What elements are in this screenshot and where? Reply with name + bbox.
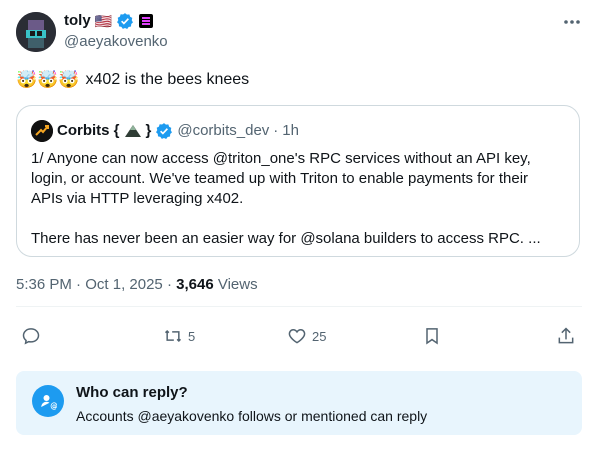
author-handle[interactable]: @aeyakovenko: [64, 33, 168, 51]
quoted-tweet-card[interactable]: Corbits { } @corbits_dev · 1h 1/ Anyone …: [16, 105, 580, 257]
share-icon: [556, 326, 576, 346]
mention-user-icon: @: [32, 385, 64, 417]
quoted-tweet-body: 1/ Anyone can now access @triton_one's R…: [31, 149, 561, 249]
quoted-author-name-suffix: }: [145, 122, 152, 139]
reply-restriction-title: Who can reply?: [76, 384, 188, 401]
verified-badge-icon: [116, 12, 134, 30]
retweet-button[interactable]: 5: [163, 322, 195, 350]
like-count: 25: [312, 328, 327, 344]
separator-dot: ·: [76, 276, 82, 293]
quoted-tweet-paragraph-1: 1/ Anyone can now access @triton_one's R…: [31, 150, 531, 207]
action-bar: 5 25: [0, 322, 598, 350]
svg-text:@: @: [50, 402, 57, 411]
views-label: Views: [217, 276, 258, 293]
views-count: 3,646: [176, 276, 214, 293]
author-name-row[interactable]: toly 🇺🇸: [64, 12, 154, 30]
quoted-author-handle[interactable]: @corbits_dev: [177, 122, 269, 140]
quoted-author-avatar[interactable]: [31, 120, 53, 142]
bookmark-button[interactable]: [422, 322, 442, 350]
share-button[interactable]: [556, 322, 576, 350]
flag-icon: 🇺🇸: [94, 13, 113, 29]
who-can-reply-box: @ Who can reply? Accounts @aeyakovenko f…: [16, 371, 582, 435]
tweet-text: 🤯🤯🤯 x402 is the bees knees: [16, 69, 249, 91]
quoted-verified-badge-icon: [155, 122, 173, 140]
exploding-head-emoji: 🤯🤯🤯: [16, 70, 80, 89]
quoted-author-name[interactable]: Corbits {: [57, 122, 120, 140]
reply-restriction-subtitle: Accounts @aeyakovenko follows or mention…: [76, 408, 428, 424]
divider: [16, 306, 582, 307]
tweet-time[interactable]: 5:36 PM: [16, 276, 72, 293]
author-name[interactable]: toly: [64, 12, 91, 30]
quoted-tweet-header: Corbits { } @corbits_dev · 1h: [31, 120, 299, 142]
author-avatar[interactable]: [16, 12, 56, 52]
tweet-date[interactable]: Oct 1, 2025: [85, 276, 163, 293]
bookmark-icon: [422, 326, 442, 346]
retweet-icon: [163, 326, 183, 346]
reply-button[interactable]: [21, 322, 41, 350]
mountain-icon: [124, 123, 142, 139]
heart-icon: [287, 326, 307, 346]
quoted-tweet-time[interactable]: 1h: [282, 122, 299, 140]
like-button[interactable]: 25: [287, 322, 326, 350]
more-options-icon[interactable]: [561, 12, 583, 32]
separator-dot: ·: [166, 276, 172, 293]
affiliate-badge-icon: [138, 13, 154, 29]
tweet-body: x402 is the bees knees: [85, 71, 250, 88]
reply-icon: [21, 326, 41, 346]
retweet-count: 5: [188, 328, 196, 344]
separator-dot: ·: [273, 122, 279, 139]
quoted-tweet-paragraph-2: There has never been an easier way for @…: [31, 230, 541, 247]
tweet-meta: 5:36 PM · Oct 1, 2025 · 3,646 Views: [16, 276, 258, 294]
